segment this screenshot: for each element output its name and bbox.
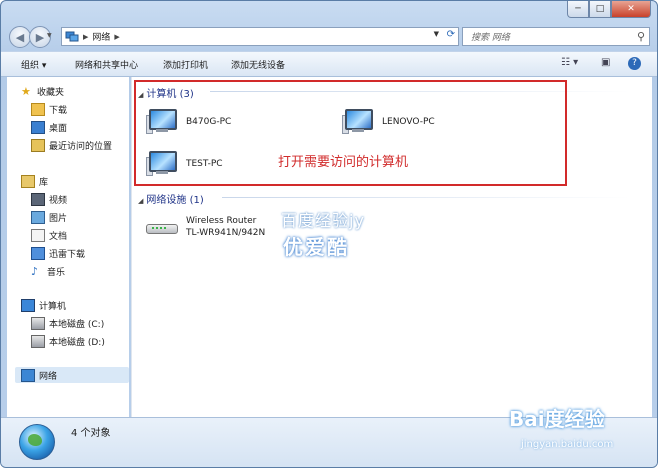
back-button[interactable]: ◀ <box>9 26 31 48</box>
search-input[interactable]: 搜索 网络 <box>471 30 510 43</box>
disk-icon <box>31 317 45 330</box>
network-icon <box>65 31 79 41</box>
sidebar-item-computer[interactable]: 计算机 <box>21 299 66 312</box>
infrastructure-group-header[interactable]: ◢ 网络设施 (1) <box>138 191 204 206</box>
sidebar-item-libraries[interactable]: 库 <box>21 175 48 188</box>
router-name: Wireless Router <box>186 216 257 226</box>
disk-icon <box>31 335 45 348</box>
sidebar-item-network[interactable]: 网络 <box>21 369 57 382</box>
router-item[interactable]: Wireless Router TL-WR941N/942N <box>146 215 265 239</box>
help-icon[interactable]: ? <box>628 57 641 70</box>
sidebar-item-documents[interactable]: 文档 <box>31 229 67 242</box>
organize-button[interactable]: 组织 ▾ <box>21 58 46 71</box>
download-folder-icon <box>31 103 45 116</box>
navigation-pane: ★ 收藏夹 下载 桌面 最近访问的位置 库 视频 图片 文档 迅雷下载 ♪ 音乐… <box>7 77 129 417</box>
title-bar: ─ □ ✕ <box>1 1 657 23</box>
sidebar-item-disk-d[interactable]: 本地磁盘 (D:) <box>31 335 105 348</box>
picture-icon <box>31 211 45 224</box>
sidebar-item-downloads[interactable]: 下载 <box>31 103 67 116</box>
maximize-button[interactable]: □ <box>589 1 611 18</box>
view-options-icon[interactable]: ☷ ▾ <box>561 57 578 68</box>
search-icon[interactable]: ⚲ <box>637 30 645 43</box>
collapse-icon: ◢ <box>138 197 144 205</box>
minimize-button[interactable]: ─ <box>567 1 589 18</box>
breadcrumb-separator[interactable]: ▶ <box>83 33 88 41</box>
address-bar[interactable]: ▶ 网络 ▶ ▼ ⟳ <box>61 27 459 46</box>
router-icon <box>146 219 178 235</box>
annotation-text: 打开需要访问的计算机 <box>278 155 409 170</box>
recent-places-icon <box>31 139 45 152</box>
computer-icon <box>21 299 35 312</box>
breadcrumb-separator[interactable]: ▶ <box>114 33 119 41</box>
library-icon <box>21 175 35 188</box>
music-icon: ♪ <box>31 265 39 278</box>
explorer-window: ─ □ ✕ ◀ ▶ ▼ ▶ 网络 ▶ ▼ ⟳ 搜索 网络 ⚲ 组织 ▾ 网络和共… <box>0 0 658 468</box>
sidebar-item-videos[interactable]: 视频 <box>31 193 67 206</box>
sidebar-item-disk-c[interactable]: 本地磁盘 (C:) <box>31 317 104 330</box>
sidebar-item-music[interactable]: ♪ 音乐 <box>31 265 65 278</box>
sidebar-item-favorites[interactable]: ★ 收藏夹 <box>21 85 64 98</box>
router-model: TL-WR941N/942N <box>186 228 266 238</box>
network-center-button[interactable]: 网络和共享中心 <box>75 58 138 71</box>
annotation-highlight-box <box>134 80 567 186</box>
group-divider <box>222 197 630 198</box>
thunder-download-icon <box>31 247 45 260</box>
star-icon: ★ <box>21 85 31 98</box>
desktop-icon <box>31 121 45 134</box>
sidebar-item-recent[interactable]: 最近访问的位置 <box>31 139 112 152</box>
network-icon <box>21 369 35 382</box>
close-button[interactable]: ✕ <box>611 1 651 18</box>
sidebar-item-thunder[interactable]: 迅雷下载 <box>31 247 85 260</box>
sidebar-item-desktop[interactable]: 桌面 <box>31 121 67 134</box>
video-icon <box>31 193 45 206</box>
forward-arrow-icon: ▶ <box>35 30 45 44</box>
address-dropdown-icon[interactable]: ▼ <box>434 30 439 38</box>
navigation-row: ◀ ▶ ▼ ▶ 网络 ▶ ▼ ⟳ 搜索 网络 ⚲ <box>1 23 657 49</box>
refresh-icon[interactable]: ⟳ <box>447 29 455 40</box>
add-printer-button[interactable]: 添加打印机 <box>163 58 208 71</box>
preview-pane-icon[interactable]: ▣ <box>601 57 610 68</box>
back-arrow-icon: ◀ <box>15 30 25 44</box>
sidebar-item-pictures[interactable]: 图片 <box>31 211 67 224</box>
watermark-logo: 优爱酷 <box>283 235 349 259</box>
watermark-text: 百度经验jy <box>281 211 365 230</box>
network-globe-icon <box>19 424 55 460</box>
baidu-watermark-url: jingyan.baidu.com <box>521 439 614 450</box>
object-count: 4 个对象 <box>71 428 111 439</box>
baidu-watermark: Bai度经验 <box>509 407 605 431</box>
document-icon <box>31 229 45 242</box>
recent-pages-dropdown[interactable]: ▼ <box>47 32 52 39</box>
command-bar: 组织 ▾ 网络和共享中心 添加打印机 添加无线设备 ☷ ▾ ▣ ? <box>1 51 657 77</box>
breadcrumb-network[interactable]: 网络 <box>92 30 110 43</box>
search-box[interactable]: 搜索 网络 ⚲ <box>462 27 650 46</box>
add-wireless-button[interactable]: 添加无线设备 <box>231 58 285 71</box>
